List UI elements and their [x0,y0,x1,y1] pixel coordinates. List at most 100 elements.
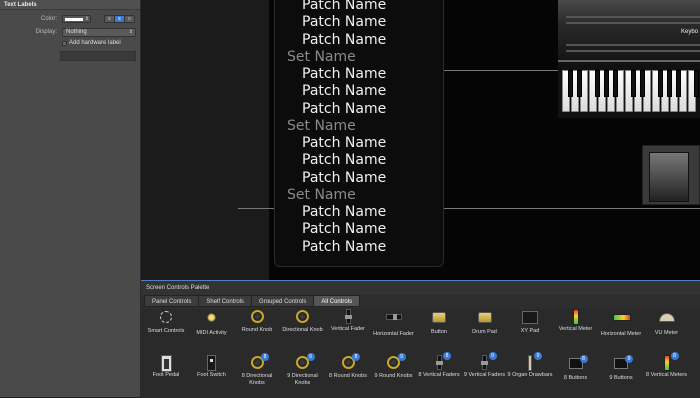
inspector-panel: Text Labels Color: ⇕ ≡ ≡ ≡ Display: Noth… [0,0,141,397]
count-badge: 9 [625,355,633,363]
palette-item-label: Button [431,329,447,335]
vmeter-icon [568,309,584,325]
display-label: Display: [35,29,57,35]
palette-item-8-buttons[interactable]: 8 8 Buttons [553,355,599,382]
palette-item-label: 9 Organ Drawbars [507,372,553,378]
foot-pedal-icon [158,355,174,372]
palette-item-9-vertical-faders[interactable]: 9 9 Vertical Faders [462,352,508,379]
palette-item-label: 9 Buttons [609,375,633,381]
knob-icon [249,310,265,326]
add-hardware-label-text: Add hardware label [69,40,121,46]
palette-item-8-vertical-meters[interactable]: 8 8 Vertical Meters [644,352,690,379]
tab-panel-controls[interactable]: Panel Controls [144,295,199,307]
patch-name-row[interactable]: Patch Name [302,66,386,82]
patch-name-row[interactable]: Patch Name [302,239,386,255]
dot-yellow-icon [204,313,220,329]
patch-name-row[interactable]: Patch Name [302,101,386,117]
count-badge: 9 [397,353,406,361]
count-badge: 8 [261,353,269,361]
set-name-row[interactable]: Set Name [287,118,356,134]
set-name-row[interactable]: Set Name [287,187,356,203]
vu-icon [658,313,675,329]
palette-item-foot-pedal[interactable]: Foot Pedal [143,355,189,379]
palette-item-9-organ-drawbars[interactable]: 9 9 Organ Drawbars [507,352,553,379]
patch-name-row[interactable]: Patch Name [302,32,386,48]
set-name-row[interactable]: Set Name [287,49,356,65]
keyboard-stripe [566,44,700,46]
align-right-icon[interactable]: ≡ [125,16,134,22]
display-select[interactable]: Nothing ⇕ [62,28,136,37]
patch-name-row[interactable]: Patch Name [302,152,386,168]
fader-icon: 8 [431,352,451,371]
tab-all-controls[interactable]: All Controls [313,295,361,307]
palette-item-8-vertical-faders[interactable]: 8 8 Vertical Faders [416,352,462,379]
keyboard-image[interactable]: Keybo [558,0,700,120]
tab-grouped-controls[interactable]: Grouped Controls [251,295,314,307]
palette-item-label: Round Knob [241,327,273,333]
screen-controls-palette: Screen Controls Palette Panel Controls S… [141,280,700,398]
palette-item-midi-activity[interactable]: MIDI Activity [189,309,235,337]
palette-item-vertical-meter[interactable]: Vertical Meter [553,309,599,333]
count-badge: 9 [306,353,315,361]
palette-item-label: Horizontal Meter [600,331,642,337]
palette-item-label: 8 Directional Knobs [241,373,273,386]
connector-line [238,208,274,209]
palette-item-label: 9 Vertical Faders [463,372,506,378]
multi-btn-icon: 8 [568,355,588,374]
palette-item-label: Directional Knob [282,327,323,333]
palette-item-label: Smart Controls [147,328,185,334]
palette-item-9-round-knobs[interactable]: 9 9 Round Knobs [371,353,417,380]
palette-item-label: Vertical Fader [331,326,365,332]
patch-name-row[interactable]: Patch Name [302,135,386,151]
connector-line [444,208,700,209]
keyboard-body: Keybo [558,0,700,62]
knob-icon [295,310,311,326]
patch-name-row[interactable]: Patch Name [302,221,386,237]
foot-switch-icon [204,355,220,371]
hardware-label-field[interactable] [60,51,136,61]
palette-item-label: MIDI Activity [196,330,227,336]
palette-item-round-knob[interactable]: Round Knob [234,309,280,334]
palette-item-label: Foot Pedal [152,372,180,378]
knob-icon: 8 [340,353,360,372]
patch-list-widget[interactable]: Patch Name Patch Name Patch Name Set Name Pa… [274,0,444,267]
align-center-icon[interactable]: ≡ [115,16,125,22]
keyboard-stripe [566,16,700,18]
hfader-icon [385,314,402,330]
fader-icon [340,309,356,325]
align-left-icon[interactable]: ≡ [105,16,115,22]
palette-item-directional-knob[interactable]: Directional Knob [280,309,326,334]
palette-item-vertical-fader[interactable]: Vertical Fader [325,309,371,333]
alignment-segmented-control[interactable]: ≡ ≡ ≡ [104,15,135,23]
color-well[interactable]: ⇕ [62,15,91,23]
palette-item-8-directional-knobs[interactable]: 8 8 Directional Knobs [234,353,280,387]
pedal-unit-image[interactable] [642,145,700,205]
palette-item-button[interactable]: Button [416,309,462,336]
palette-item-drum-pad[interactable]: Drum Pad [462,309,508,336]
palette-item-9-buttons[interactable]: 9 9 Buttons [598,355,644,382]
patch-name-row[interactable]: Patch Name [302,14,386,30]
patch-name-row[interactable]: Patch Name [302,0,386,13]
palette-item-xy-pad[interactable]: XY Pad [507,309,553,335]
patch-name-row[interactable]: Patch Name [302,170,386,186]
palette-item-horizontal-fader[interactable]: Horizontal Fader [371,309,417,338]
palette-item-smart-controls[interactable]: Smart Controls [143,309,189,335]
palette-item-vu-meter[interactable]: VU Meter [644,309,690,337]
palette-item-label: Drum Pad [472,329,497,335]
connector-line [444,70,564,71]
palette-item-horizontal-meter[interactable]: Horizontal Meter [598,309,644,338]
add-hardware-label-checkbox[interactable] [62,41,67,46]
count-badge: 8 [352,353,360,361]
palette-item-foot-switch[interactable]: Foot Switch [189,355,235,379]
patch-name-row[interactable]: Patch Name [302,83,386,99]
square-btn-icon [477,312,493,328]
patch-name-row[interactable]: Patch Name [302,204,386,220]
palette-title: Screen Controls Palette [141,281,700,295]
tab-shelf-controls[interactable]: Shelf Controls [198,295,252,307]
palette-item-label: 8 Vertical Faders [418,372,460,378]
keyboard-stripe [566,22,700,24]
palette-item-8-round-knobs[interactable]: 8 8 Round Knobs [325,353,371,380]
count-badge: 8 [443,352,451,360]
palette-item-9-directional-knobs[interactable]: 9 9 Directional Knobs [280,353,326,387]
palette-grid: Smart Controls MIDI Activity Round Knob Dir… [141,309,700,398]
